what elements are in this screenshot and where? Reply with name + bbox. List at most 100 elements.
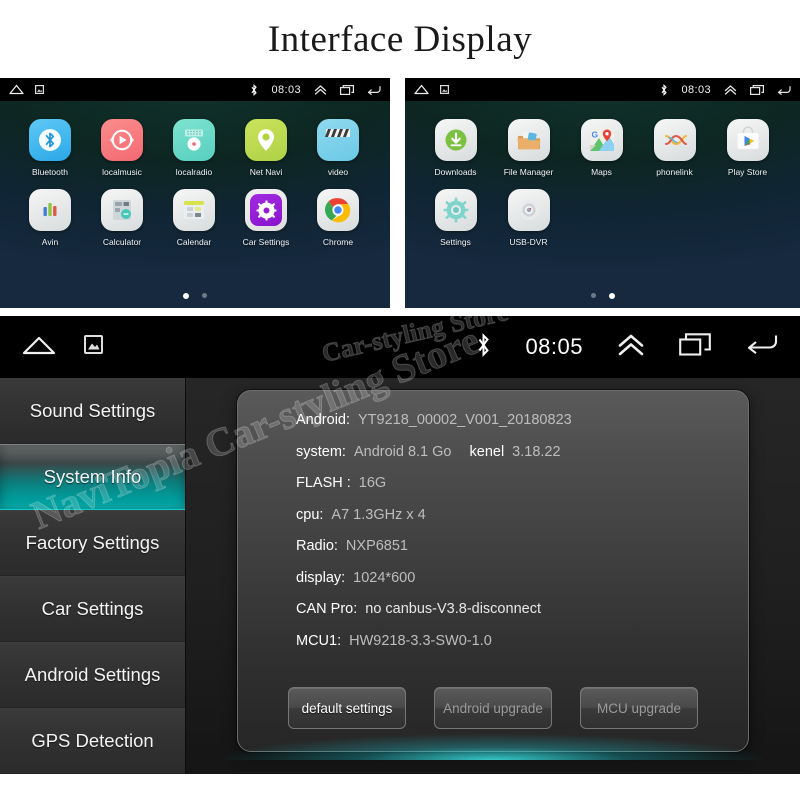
bluetooth-icon <box>250 83 258 96</box>
app-label: USB-DVR <box>509 237 548 247</box>
recents-icon[interactable] <box>679 333 711 361</box>
page-dot[interactable] <box>590 293 596 298</box>
settings-content: Android: YT9218_00002_V001_20180823 syst… <box>186 378 800 774</box>
app-label: Calendar <box>176 237 212 247</box>
sidebar-item-android-settings[interactable]: Android Settings <box>0 642 185 708</box>
sidebar-item-gps-detection[interactable]: GPS Detection <box>0 708 185 774</box>
back-icon[interactable] <box>777 85 791 95</box>
info-value: Android 8.1 Go <box>353 443 452 460</box>
mini-status-bar-1: 08:03 <box>0 78 390 101</box>
home-screen-page-2: 08:03 Downloads File Manager G Maps phon… <box>405 78 800 308</box>
page-dot-active[interactable] <box>608 293 615 299</box>
app-row-2: Avin Calculator Calendar Car Settings Ch… <box>14 189 376 247</box>
app-label: File Manager <box>503 167 554 177</box>
back-icon[interactable] <box>745 333 778 361</box>
app-usb-dvr[interactable]: USB-DVR <box>492 189 565 247</box>
page-indicator-2 <box>405 293 800 299</box>
app-downloads[interactable]: Downloads <box>419 119 492 177</box>
app-grid-2: Downloads File Manager G Maps phonelink … <box>405 101 800 247</box>
sidebar-item-label: Sound Settings <box>29 400 156 421</box>
app-calendar[interactable]: Calendar <box>158 189 230 247</box>
app-label: Avin <box>41 237 59 247</box>
info-row-cpu: cpu: A7 1.3GHz x 4 <box>296 506 748 523</box>
app-avin[interactable]: Avin <box>14 189 86 247</box>
app-row-1: Bluetooth localmusic localradio Net Navi… <box>14 119 376 177</box>
info-value: HW9218-3.3-SW0-1.0 <box>349 632 492 649</box>
app-label: localradio <box>175 167 213 177</box>
app-localmusic[interactable]: localmusic <box>86 119 158 177</box>
screenshot-icon[interactable] <box>440 85 449 94</box>
play-store-icon <box>726 119 769 161</box>
home-screen-page-1: 08:03 Bluetooth localmusic localradio Ne… <box>0 78 390 308</box>
app-phonelink[interactable]: phonelink <box>638 119 711 177</box>
android-upgrade-button[interactable]: Android upgrade <box>434 687 552 729</box>
app-localradio[interactable]: localradio <box>158 119 230 177</box>
sidebar-item-label: Android Settings <box>24 664 161 685</box>
info-label: cpu: <box>296 506 324 523</box>
mini-status-bar-2: 08:03 <box>405 78 800 101</box>
app-label: video <box>327 167 349 177</box>
app-label: Downloads <box>434 167 477 177</box>
info-row-system: system: Android 8.1 Go kenel 3.18.22 <box>296 443 748 460</box>
gear-icon <box>245 189 287 231</box>
chevron-up-icon[interactable] <box>617 334 645 361</box>
back-icon[interactable] <box>367 85 381 95</box>
status-time: 08:03 <box>271 83 301 96</box>
app-label: Car Settings <box>242 237 290 247</box>
button-label: default settings <box>301 700 393 716</box>
app-row-2: Settings USB-DVR <box>419 189 786 247</box>
app-label: Bluetooth <box>32 167 68 177</box>
app-label: Play Store <box>727 167 768 177</box>
info-row-android: Android: YT9218_00002_V001_20180823 <box>296 413 748 428</box>
status-time: 08:05 <box>525 334 583 359</box>
app-video[interactable]: video <box>302 119 374 177</box>
home-icon[interactable] <box>9 84 24 95</box>
app-settings[interactable]: Settings <box>419 189 492 247</box>
sidebar-item-label: GPS Detection <box>31 730 154 751</box>
app-bluetooth[interactable]: Bluetooth <box>14 119 86 177</box>
settings-sidebar: Sound Settings System Info Factory Setti… <box>0 378 186 774</box>
app-net-navi[interactable]: Net Navi <box>230 119 302 177</box>
app-chrome[interactable]: Chrome <box>302 189 374 247</box>
screenshot-icon[interactable] <box>35 85 44 94</box>
file-manager-icon <box>507 119 550 161</box>
sidebar-item-system-info[interactable]: System Info <box>0 444 185 510</box>
info-label-kernel: kenel <box>469 443 505 460</box>
app-file-manager[interactable]: File Manager <box>492 119 565 177</box>
chevron-up-icon[interactable] <box>314 84 327 95</box>
recents-icon[interactable] <box>750 84 764 95</box>
chevron-up-icon[interactable] <box>724 84 737 95</box>
recents-icon[interactable] <box>340 84 354 95</box>
home-icon[interactable] <box>414 84 429 95</box>
page-dot[interactable] <box>202 293 207 298</box>
bluetooth-icon <box>660 83 668 96</box>
action-buttons: default settings Android upgrade MCU upg… <box>238 687 748 729</box>
app-row-1: Downloads File Manager G Maps phonelink … <box>419 119 786 177</box>
settings-body: Sound Settings System Info Factory Setti… <box>0 378 800 774</box>
home-icon[interactable] <box>22 333 56 362</box>
sidebar-item-car-settings[interactable]: Car Settings <box>0 576 185 642</box>
app-car-settings[interactable]: Car Settings <box>230 189 302 247</box>
map-pin-icon <box>245 119 287 161</box>
sidebar-item-sound-settings[interactable]: Sound Settings <box>0 378 185 444</box>
mcu-upgrade-button[interactable]: MCU upgrade <box>580 687 698 729</box>
info-value: 1024*600 <box>353 569 416 586</box>
app-play-store[interactable]: Play Store <box>711 119 784 177</box>
info-row-display: display: 1024*600 <box>296 569 748 586</box>
page-title: Interface Display <box>267 18 533 60</box>
info-label: FLASH : <box>296 475 351 491</box>
app-maps[interactable]: G Maps <box>565 119 638 177</box>
maps-icon: G <box>580 119 623 161</box>
info-value-kernel: 3.18.22 <box>512 443 561 460</box>
dvr-camera-icon <box>507 189 550 231</box>
info-label: Android: <box>296 412 351 428</box>
screenshot-icon[interactable] <box>84 335 103 359</box>
main-status-bar: 08:05 Car-styling Store <box>0 316 800 378</box>
default-settings-button[interactable]: default settings <box>288 687 406 729</box>
sidebar-item-factory-settings[interactable]: Factory Settings <box>0 510 185 576</box>
info-label: Radio: <box>296 538 338 554</box>
info-value: NXP6851 <box>345 538 408 554</box>
status-time: 08:03 <box>681 83 711 96</box>
app-calculator[interactable]: Calculator <box>86 189 158 247</box>
page-dot-active[interactable] <box>183 293 189 299</box>
